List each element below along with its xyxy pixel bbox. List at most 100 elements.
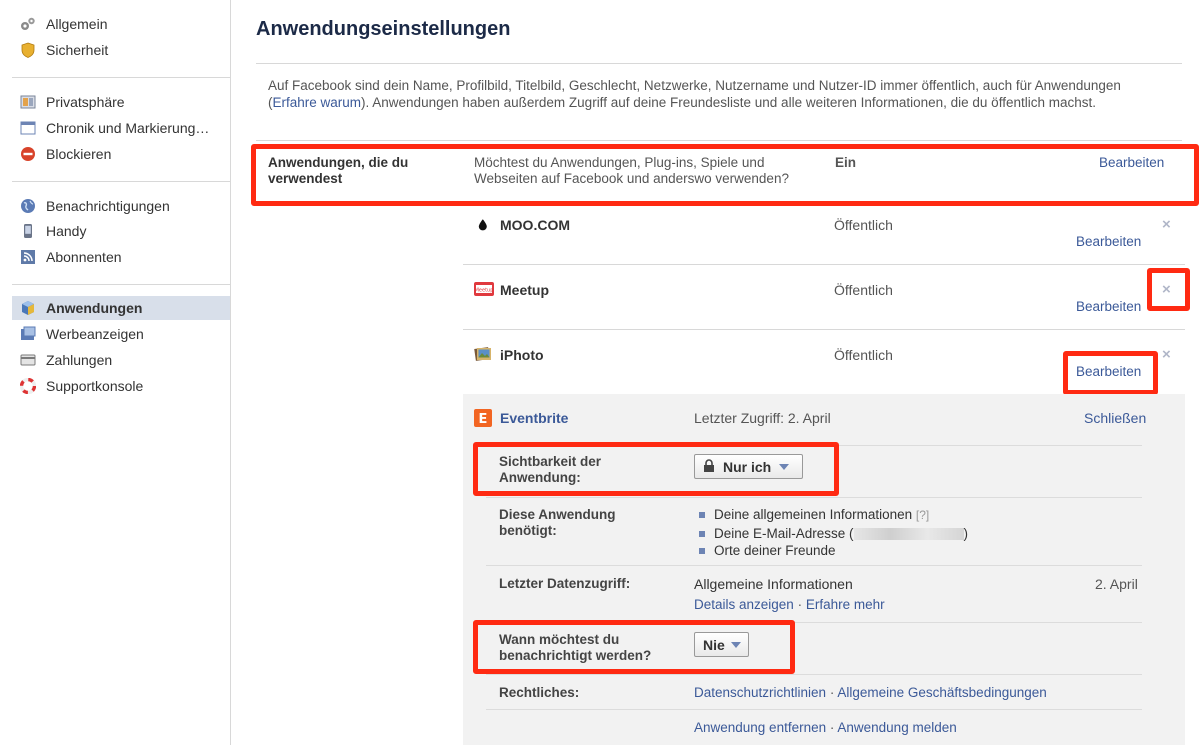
remove-app-icon[interactable]: × [1162, 216, 1171, 233]
phone-icon [20, 223, 36, 239]
sidebar-item-label: Sicherheit [46, 42, 109, 58]
sidebar-item-label: Anwendungen [46, 300, 143, 316]
app-edit-button[interactable]: Bearbeiten [1076, 299, 1141, 314]
sidebar-item-label: Chronik und Markierung… [46, 120, 210, 136]
last-data-date: 2. April [1095, 576, 1138, 592]
page-title: Anwendungseinstellungen [256, 18, 511, 40]
sidebar-divider [12, 284, 230, 285]
shield-icon [20, 42, 36, 58]
app-name[interactable]: Meetup [500, 282, 549, 298]
privacy-icon [20, 94, 36, 110]
last-data-label: Letzter Datenzugriff: [499, 576, 631, 591]
app-edit-button[interactable]: Bearbeiten [1076, 234, 1141, 249]
app-name[interactable]: MOO.COM [500, 217, 570, 233]
remove-app-link[interactable]: Anwendung entfernen [694, 720, 826, 735]
help-link[interactable]: [?] [916, 508, 929, 522]
separator-dot: · [829, 685, 835, 700]
timeline-icon [20, 120, 36, 136]
block-icon [20, 146, 36, 162]
learn-why-link[interactable]: Erfahre warum [273, 95, 362, 110]
title-divider [256, 63, 1182, 64]
list-item: Orte deiner Freunde [699, 542, 968, 560]
legal-label: Rechtliches: [499, 685, 580, 700]
sidebar-item-label: Blockieren [46, 146, 112, 162]
sidebar-item-abonnenten[interactable]: Abonnenten [12, 245, 230, 269]
learn-more-link[interactable]: Erfahre mehr [806, 597, 885, 612]
sidebar-item-anwendungen[interactable]: Anwendungen [12, 296, 230, 320]
app-detail-name[interactable]: Eventbrite [500, 410, 568, 426]
list-item: Deine allgemeinen Informationen [?] [699, 506, 968, 525]
details-link[interactable]: Details anzeigen [694, 597, 794, 612]
row-divider [463, 264, 1185, 265]
gears-icon [20, 16, 36, 32]
ads-icon [20, 326, 36, 342]
close-button[interactable]: Schließen [1084, 410, 1146, 426]
highlight-box [1063, 351, 1158, 395]
bullet-icon [699, 512, 705, 519]
bullet-icon [699, 530, 705, 537]
permission-text-suffix: ) [963, 525, 969, 541]
panel-divider [486, 497, 1142, 498]
payment-icon [20, 352, 36, 368]
settings-sidebar: Allgemein Sicherheit Privatsphäre Chroni… [0, 0, 231, 745]
needs-label: Diese Anwendung benötigt: [499, 507, 616, 538]
meetup-logo-icon: Meetup [474, 281, 494, 299]
sidebar-item-label: Abonnenten [46, 249, 122, 265]
report-app-link[interactable]: Anwendung melden [837, 720, 956, 735]
highlight-box [473, 442, 839, 496]
sidebar-item-label: Handy [46, 223, 87, 239]
app-visibility: Öffentlich [834, 347, 893, 363]
separator-dot: · [797, 597, 803, 612]
separator-dot: · [829, 720, 835, 735]
svg-text:Meetup: Meetup [475, 288, 494, 294]
sidebar-item-handy[interactable]: Handy [12, 219, 230, 243]
app-visibility: Öffentlich [834, 217, 893, 233]
svg-text:E: E [479, 412, 488, 427]
last-data-value: Allgemeine Informationen [694, 576, 853, 592]
sidebar-item-allgemein[interactable]: Allgemein [12, 12, 230, 36]
sidebar-item-zahlungen[interactable]: Zahlungen [12, 348, 230, 372]
remove-app-icon[interactable]: × [1162, 346, 1171, 363]
sidebar-item-supportkonsole[interactable]: Supportkonsole [12, 374, 230, 398]
highlight-box [1147, 268, 1190, 311]
redacted-email [853, 527, 964, 540]
intro-text-part2: ). Anwendungen haben außerdem Zugriff au… [361, 95, 1096, 110]
rss-icon [20, 249, 36, 265]
panel-divider [486, 565, 1142, 566]
app-visibility: Öffentlich [834, 282, 893, 298]
sidebar-item-privatsphaere[interactable]: Privatsphäre [12, 90, 230, 114]
permissions-list: Deine allgemeinen Informationen [?] Dein… [699, 506, 968, 560]
sidebar-divider [12, 181, 230, 182]
sidebar-item-label: Allgemein [46, 16, 108, 32]
apps-icon [20, 300, 36, 316]
row-divider [463, 329, 1185, 330]
sidebar-item-werbeanzeigen[interactable]: Werbeanzeigen [12, 322, 230, 346]
lifebuoy-icon [19, 377, 37, 395]
panel-divider [486, 709, 1142, 710]
app-name[interactable]: iPhoto [500, 347, 544, 363]
data-links: Details anzeigen · Erfahre mehr [694, 597, 885, 612]
terms-link[interactable]: Allgemeine Geschäftsbedingungen [837, 685, 1046, 700]
sidebar-divider [12, 77, 230, 78]
iphoto-icon [474, 345, 492, 363]
app-actions: Anwendung entfernen · Anwendung melden [694, 720, 957, 735]
sidebar-item-label: Supportkonsole [46, 378, 144, 394]
sidebar-item-label: Werbeanzeigen [46, 326, 144, 342]
sidebar-item-benachrichtigungen[interactable]: Benachrichtigungen [12, 194, 230, 218]
highlight-box [473, 620, 795, 674]
permission-text: Deine allgemeinen Informationen [714, 507, 913, 522]
legal-links: Datenschutzrichtlinien · Allgemeine Gesc… [694, 685, 1047, 700]
sidebar-item-blockieren[interactable]: Blockieren [12, 142, 230, 166]
intro-divider [256, 140, 1182, 141]
sidebar-item-label: Privatsphäre [46, 94, 125, 110]
list-item: Deine E-Mail-Adresse () [699, 525, 968, 543]
highlight-box [251, 144, 1199, 206]
sidebar-item-sicherheit[interactable]: Sicherheit [12, 38, 230, 62]
sidebar-item-label: Zahlungen [46, 352, 113, 368]
sidebar-item-chronik[interactable]: Chronik und Markierung… [12, 116, 230, 140]
eventbrite-logo-icon: E [474, 409, 492, 427]
globe-icon [20, 198, 36, 214]
sidebar-item-label: Benachrichtigungen [46, 198, 170, 214]
privacy-policy-link[interactable]: Datenschutzrichtlinien [694, 685, 826, 700]
bullet-icon [699, 548, 705, 555]
